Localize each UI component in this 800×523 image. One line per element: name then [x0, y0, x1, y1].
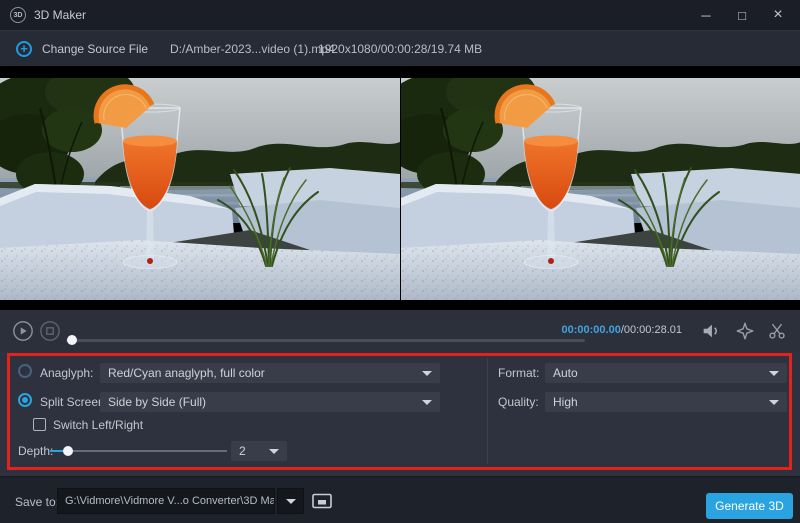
seek-thumb[interactable]	[67, 335, 77, 345]
video-frame-left	[0, 78, 400, 300]
file-info: 1920x1080/00:00:28/19.74 MB	[318, 42, 482, 56]
depth-label: Depth:	[18, 444, 53, 458]
time-display: 00:00:00.00/00:00:28.01	[562, 324, 683, 336]
chevron-down-icon	[422, 400, 432, 405]
anaglyph-radio[interactable]	[18, 364, 32, 378]
save-to-label: Save to:	[15, 495, 59, 509]
chevron-down-icon	[422, 371, 432, 376]
split-screen-radio[interactable]	[18, 393, 32, 407]
titlebar: 3D 3D Maker ─ □ ×	[0, 0, 800, 30]
app-logo-text: 3D	[14, 12, 23, 19]
chevron-down-icon	[269, 449, 279, 454]
file-name: D:/Amber-2023...video (1).mp4	[170, 42, 335, 56]
save-path-value: G:\Vidmore\Vidmore V...o Converter\3D Ma…	[65, 495, 275, 507]
video-frame-right	[400, 78, 800, 300]
settings-divider	[487, 358, 488, 464]
depth-slider-thumb[interactable]	[63, 446, 73, 456]
depth-slider[interactable]	[50, 450, 227, 452]
chevron-down-icon	[769, 400, 779, 405]
total-time: /00:00:28.01	[621, 324, 682, 336]
volume-icon[interactable]	[700, 320, 722, 342]
change-source-file-button[interactable]: + Change Source File	[16, 41, 148, 57]
cut-scissors-icon[interactable]	[766, 320, 788, 342]
split-screen-label: Split Screen:	[40, 395, 108, 409]
switch-left-right-checkbox[interactable]	[33, 418, 46, 431]
toolbar: + Change Source File D:/Amber-2023...vid…	[0, 30, 800, 66]
add-icon: +	[16, 41, 32, 57]
maximize-button[interactable]: □	[734, 8, 750, 23]
close-button[interactable]: ×	[770, 6, 786, 24]
save-path-field[interactable]: G:\Vidmore\Vidmore V...o Converter\3D Ma…	[57, 488, 275, 514]
format-select-value: Auto	[553, 366, 763, 380]
quality-select[interactable]: High	[545, 392, 787, 412]
switch-left-right-label: Switch Left/Right	[53, 418, 143, 432]
depth-select-value: 2	[239, 444, 263, 458]
play-button[interactable]	[12, 320, 34, 342]
video-preview[interactable]	[0, 66, 800, 310]
chevron-down-icon	[769, 371, 779, 376]
split-screen-select-value: Side by Side (Full)	[108, 395, 416, 409]
current-time: 00:00:00.00	[562, 324, 621, 336]
app-logo-icon: 3D	[10, 7, 26, 23]
bottom-bar: Save to: G:\Vidmore\Vidmore V...o Conver…	[0, 476, 800, 523]
seek-slider[interactable]	[66, 339, 585, 342]
playback-bar: 00:00:00.00/00:00:28.01	[0, 310, 800, 352]
app-window: 3D 3D Maker ─ □ × + Change Source File D…	[0, 0, 800, 523]
window-controls: ─ □ ×	[698, 6, 800, 24]
anaglyph-label: Anaglyph:	[40, 366, 93, 380]
anaglyph-select[interactable]: Red/Cyan anaglyph, full color	[100, 363, 440, 383]
save-path-dropdown-button[interactable]	[277, 488, 304, 514]
split-screen-select[interactable]: Side by Side (Full)	[100, 392, 440, 412]
anaglyph-select-value: Red/Cyan anaglyph, full color	[108, 366, 416, 380]
settings-panel: Anaglyph: Red/Cyan anaglyph, full color …	[0, 352, 800, 476]
change-source-file-label: Change Source File	[42, 42, 148, 56]
generate-3d-button[interactable]: Generate 3D	[706, 493, 793, 519]
effect-star-icon[interactable]	[734, 320, 756, 342]
minimize-button[interactable]: ─	[698, 8, 714, 23]
chevron-down-icon	[286, 499, 296, 504]
open-folder-button[interactable]	[310, 489, 334, 513]
depth-select[interactable]: 2	[231, 441, 287, 461]
quality-label: Quality:	[498, 395, 539, 409]
format-select[interactable]: Auto	[545, 363, 787, 383]
stop-button[interactable]	[39, 320, 61, 342]
format-label: Format:	[498, 366, 539, 380]
app-title: 3D Maker	[34, 8, 86, 22]
quality-select-value: High	[553, 395, 763, 409]
